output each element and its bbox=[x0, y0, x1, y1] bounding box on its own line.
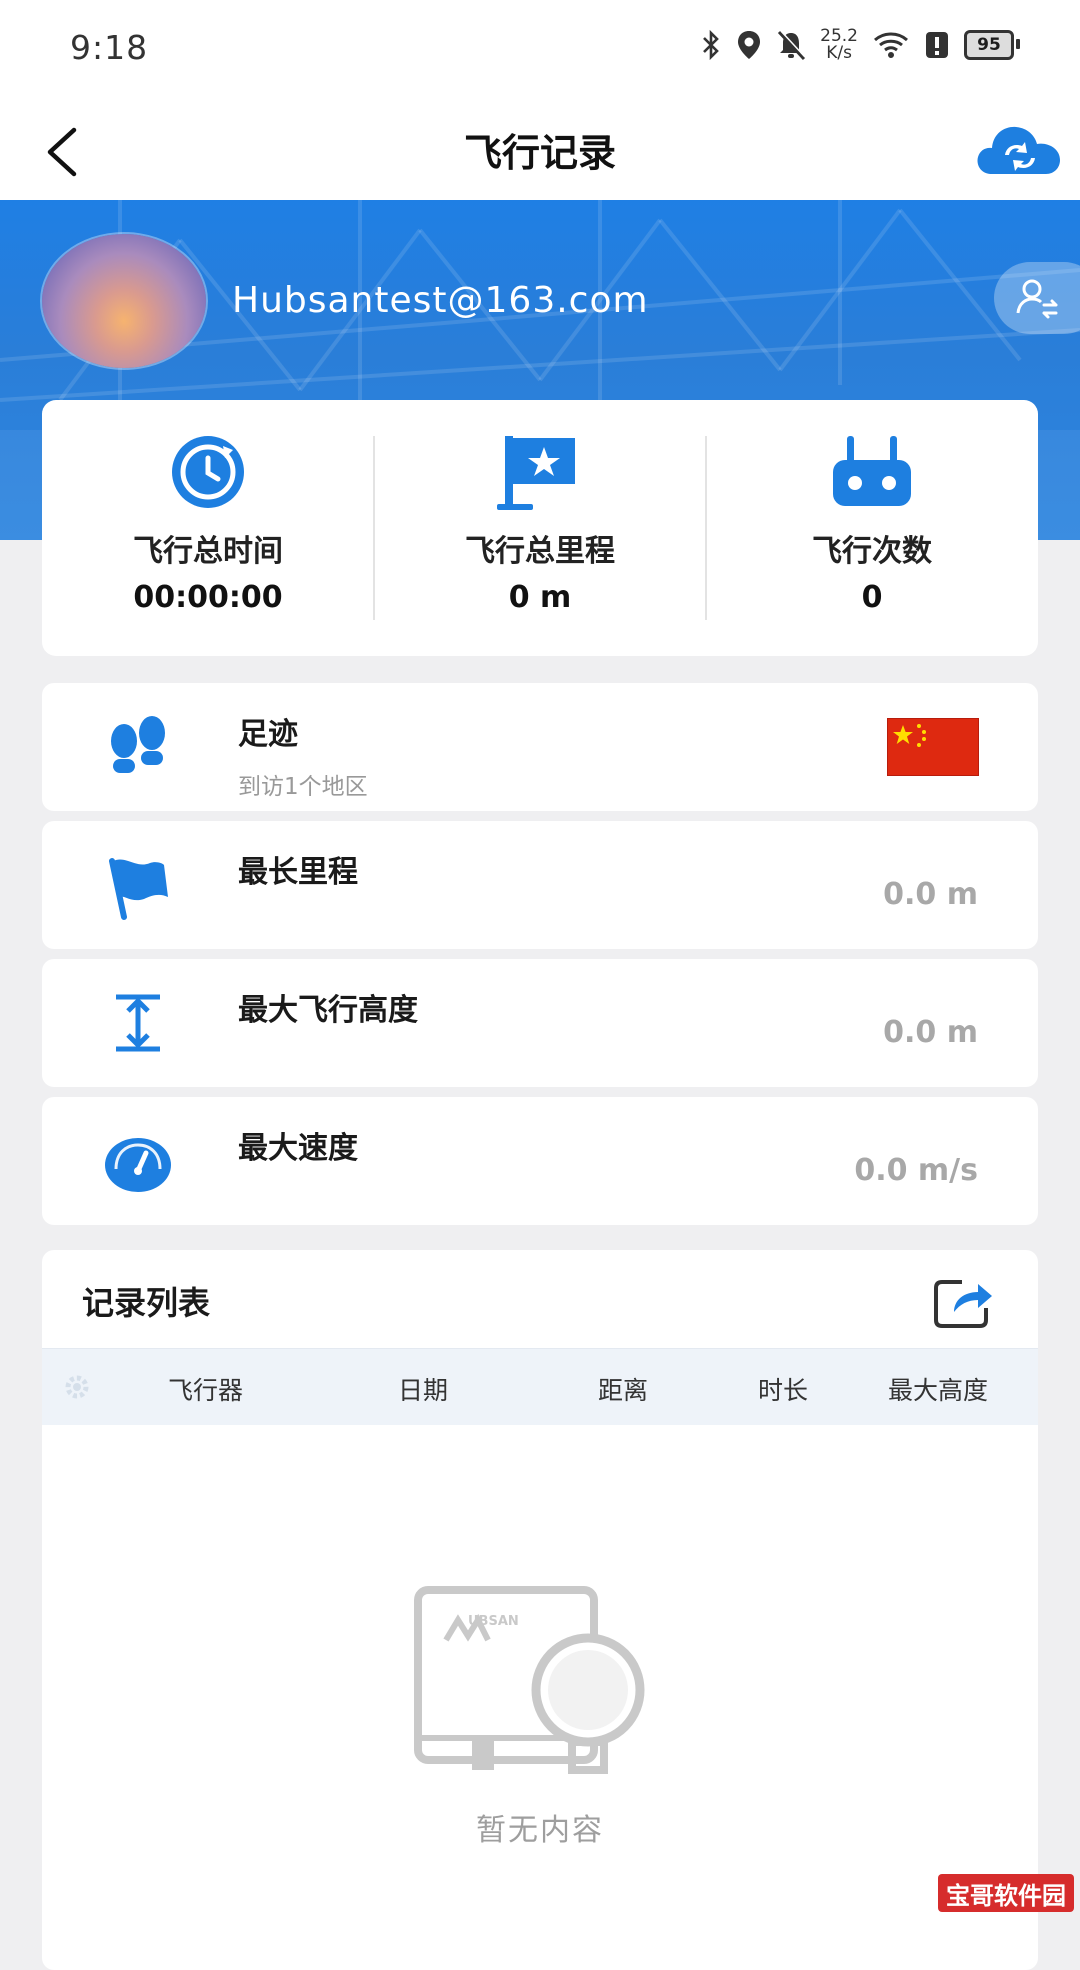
settings-icon bbox=[65, 1375, 89, 1399]
max-speed-row: 最大速度 0.0 m/s bbox=[42, 1097, 1038, 1225]
stat-label: 飞行总里程 bbox=[465, 534, 615, 569]
stat-label: 飞行次数 bbox=[812, 534, 932, 569]
row-value: 0.0 m/s bbox=[854, 1153, 978, 1188]
row-title: 最长里程 bbox=[238, 855, 358, 890]
empty-state-text: 暂无内容 bbox=[476, 1813, 604, 1848]
row-title: 最大速度 bbox=[238, 1131, 358, 1166]
location-icon bbox=[738, 31, 761, 59]
stat-total-time: 飞行总时间 00:00:00 bbox=[42, 400, 374, 656]
footprints-icon bbox=[111, 716, 165, 773]
stat-value: 00:00:00 bbox=[133, 580, 283, 615]
flag-star-icon bbox=[497, 436, 575, 510]
user-email: Hubsantest@163.com bbox=[232, 280, 649, 321]
status-time: 9:18 bbox=[70, 28, 149, 67]
clock-icon bbox=[172, 436, 244, 508]
footprint-row[interactable]: 足迹 到访1个地区 bbox=[42, 683, 1038, 811]
stat-label: 飞行总时间 bbox=[133, 534, 283, 569]
empty-state-icon: UBSAN bbox=[414, 1586, 645, 1774]
network-speed: 25.2 K/s bbox=[820, 28, 858, 62]
column-header-distance: 距离 bbox=[598, 1376, 649, 1405]
row-subtitle: 到访1个地区 bbox=[238, 774, 368, 800]
app-bar: 飞行记录 bbox=[0, 100, 1080, 200]
user-switch-icon bbox=[1016, 279, 1058, 319]
battery-indicator: 95 bbox=[964, 30, 1020, 60]
status-icons: 25.2 K/s 95 bbox=[700, 28, 1020, 62]
logo-text: UBSAN bbox=[468, 1614, 519, 1629]
list-title: 记录列表 bbox=[82, 1284, 211, 1322]
stat-value: 0 bbox=[861, 580, 883, 615]
switch-account-button[interactable] bbox=[994, 262, 1080, 334]
avatar[interactable] bbox=[42, 234, 206, 368]
status-bar: 9:18 25.2 K/s 95 bbox=[0, 0, 1080, 100]
stat-value: 0 m bbox=[508, 580, 572, 615]
speedometer-icon bbox=[105, 1138, 171, 1192]
max-altitude-row: 最大飞行高度 0.0 m bbox=[42, 959, 1038, 1087]
wifi-icon bbox=[874, 32, 908, 58]
stat-total-distance: 飞行总里程 0 m bbox=[374, 400, 706, 656]
cloud-sync-icon[interactable] bbox=[972, 114, 1068, 184]
record-list-card: 记录列表 飞行器 日期 距离 时长 最大高度 UBSAN 暂无内容 bbox=[42, 1250, 1038, 1970]
stat-flight-count: 飞行次数 0 bbox=[706, 400, 1038, 656]
column-header-max-altitude: 最大高度 bbox=[888, 1376, 989, 1405]
network-speed-unit: K/s bbox=[826, 43, 852, 63]
column-header-duration: 时长 bbox=[758, 1376, 809, 1405]
altitude-icon bbox=[116, 994, 160, 1052]
column-header-date: 日期 bbox=[398, 1376, 449, 1405]
bluetooth-icon bbox=[703, 29, 719, 61]
table-header: 飞行器 日期 距离 时长 最大高度 bbox=[42, 1348, 1038, 1425]
page-title: 飞行记录 bbox=[463, 131, 616, 175]
export-button[interactable] bbox=[932, 1274, 994, 1330]
flag-icon bbox=[109, 858, 168, 920]
remote-controller-icon bbox=[833, 436, 911, 506]
watermark: 宝哥软件园 bbox=[938, 1874, 1074, 1912]
row-value: 0.0 m bbox=[883, 1015, 978, 1050]
alert-icon bbox=[926, 32, 948, 58]
longest-distance-row: 最长里程 0.0 m bbox=[42, 821, 1038, 949]
notifications-off-icon bbox=[778, 30, 806, 61]
column-header-aircraft: 飞行器 bbox=[168, 1376, 244, 1405]
row-value: 0.0 m bbox=[883, 877, 978, 912]
flight-stats-card: 飞行总时间 00:00:00 飞行总里程 0 m 飞行次数 0 bbox=[42, 400, 1038, 656]
china-flag-icon bbox=[888, 719, 978, 775]
row-title: 最大飞行高度 bbox=[238, 993, 418, 1028]
row-title: 足迹 bbox=[238, 717, 298, 752]
